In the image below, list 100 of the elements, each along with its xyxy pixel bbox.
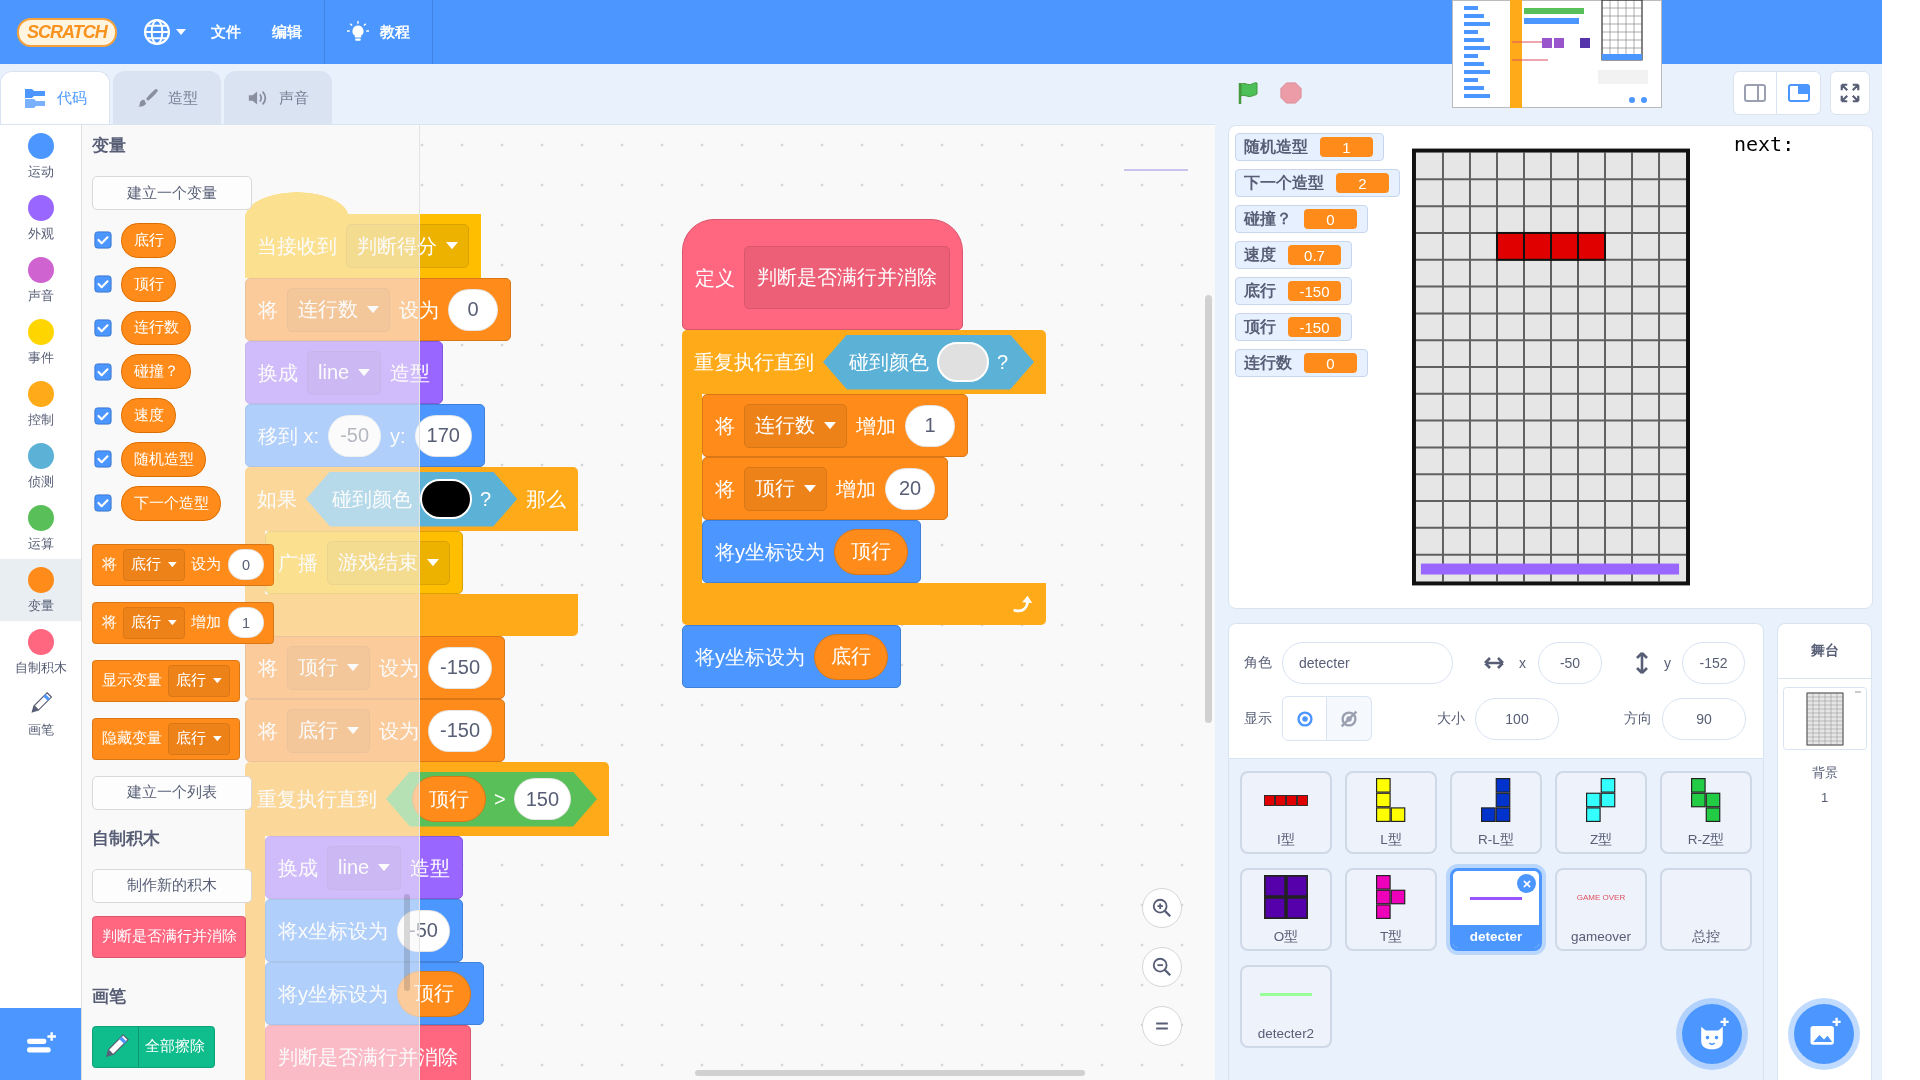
monitor-value: 0 (1304, 353, 1357, 373)
sprite-tile[interactable]: T型 (1345, 868, 1437, 951)
editor-tab[interactable]: 造型 (113, 71, 221, 124)
checkbox[interactable] (94, 275, 112, 294)
monitor-label: 碰撞？ (1244, 208, 1292, 229)
hide-button[interactable] (1327, 696, 1372, 741)
number-input[interactable]: 150 (513, 778, 572, 820)
size-field[interactable]: 100 (1475, 697, 1559, 740)
palette-button[interactable]: 建立一个列表 (92, 775, 252, 810)
editor-tab[interactable]: 代码 (0, 71, 110, 124)
direction-field[interactable]: 90 (1662, 697, 1746, 740)
caret-icon (212, 736, 222, 742)
y-field[interactable]: -152 (1682, 642, 1745, 684)
sprite-tile[interactable]: GAME OVER gameover (1555, 868, 1647, 951)
x-field[interactable]: -50 (1538, 642, 1602, 684)
sprite-tile[interactable]: Z型 (1555, 771, 1647, 854)
show-button[interactable] (1282, 696, 1327, 741)
number-input[interactable]: 1 (227, 607, 265, 638)
block-label: 定义 (695, 265, 735, 290)
checkbox[interactable] (94, 406, 112, 425)
category-button[interactable]: 控制 (0, 373, 81, 435)
category-button[interactable]: 侦测 (0, 435, 81, 497)
language-button[interactable] (142, 18, 186, 46)
normal-stage-icon (1786, 82, 1811, 104)
zoom-in-button[interactable] (1142, 888, 1182, 928)
palette-button[interactable]: 建立一个变量 (92, 176, 252, 210)
number-input[interactable]: 170 (414, 414, 472, 457)
sprite-tile[interactable]: R-Z型 (1660, 771, 1752, 854)
caret-icon (212, 678, 222, 684)
monitor-value: 0 (1304, 209, 1357, 229)
delete-button[interactable] (1517, 874, 1536, 893)
sprite-tile[interactable]: R-L型 (1450, 771, 1542, 854)
fullscreen-icon (1839, 82, 1861, 104)
backdrop-label: 背景 (1811, 764, 1838, 782)
next-label: next: (1734, 132, 1795, 156)
zoom-out-button[interactable] (1142, 947, 1182, 987)
category-button[interactable]: 运动 (0, 125, 81, 187)
loop-arrow-icon (1012, 593, 1035, 615)
block-label: 将 (715, 413, 735, 438)
editor-tab[interactable]: 声音 (224, 71, 332, 124)
caret-icon (167, 620, 177, 626)
block-label: 那么 (526, 487, 567, 511)
add-backdrop-button[interactable] (1794, 1004, 1854, 1064)
sprite-tile[interactable]: detecter2 (1240, 965, 1332, 1048)
zoom-out-icon (1151, 956, 1173, 978)
add-sprite-button[interactable] (1682, 1004, 1742, 1064)
number-input[interactable]: 0 (227, 549, 265, 580)
block-label: 当接收到 (257, 234, 337, 258)
sprite-tile[interactable]: O型 (1240, 868, 1332, 951)
block-label: 将 (258, 655, 278, 680)
custom-block-prototype: 判断是否满行并消除 (744, 246, 950, 309)
color-swatch[interactable] (937, 342, 989, 382)
sprite-name-field[interactable]: detecter (1282, 642, 1453, 684)
block-label: 设为 (379, 718, 419, 743)
number-input[interactable]: -150 (428, 709, 493, 752)
number-input[interactable]: 1 (905, 404, 955, 447)
checkbox[interactable] (94, 450, 112, 469)
category-button[interactable]: 运算 (0, 497, 81, 559)
caret-icon (347, 726, 359, 735)
category-button[interactable]: 变量 (0, 559, 81, 621)
palette-button[interactable]: 制作新的积木 (92, 868, 252, 903)
field-label: 方向 (1624, 709, 1652, 728)
block-label: 将 (715, 476, 735, 501)
block-label: 全部擦除 (145, 1038, 206, 1056)
category-button[interactable]: 事件 (0, 311, 81, 373)
block-label: 将 (258, 718, 278, 743)
block-label: 将y坐标设为 (278, 981, 388, 1006)
sprite-tile[interactable]: 总控 (1660, 868, 1752, 951)
number-input[interactable]: 0 (448, 288, 498, 331)
monitor-value: -150 (1288, 317, 1341, 337)
number-input[interactable]: -150 (428, 646, 493, 689)
stage-title: 舞台 (1778, 624, 1871, 679)
caret-icon (427, 558, 439, 567)
number-input[interactable]: 20 (885, 467, 935, 510)
vertical-arrows-icon (1635, 651, 1649, 675)
reset-zoom-button[interactable] (1142, 1006, 1182, 1046)
monitor-value: -150 (1288, 281, 1341, 301)
category-button[interactable]: 画笔 (0, 683, 81, 745)
block-label: ? (480, 487, 492, 511)
block-label: 换成 (278, 855, 318, 880)
category-button[interactable]: 外观 (0, 187, 81, 249)
palette-heading: 画笔 (92, 985, 126, 1008)
sprite-tile[interactable]: L型 (1345, 771, 1437, 854)
block-label: 将y坐标设为 (695, 644, 805, 669)
monitor-label: 顶行 (1244, 316, 1276, 337)
category-button[interactable]: 声音 (0, 249, 81, 311)
fullscreen-button[interactable] (1830, 71, 1870, 115)
add-extension-button[interactable] (0, 1008, 81, 1080)
number-input[interactable]: -50 (397, 909, 450, 952)
small-stage-button[interactable] (1733, 71, 1777, 115)
category-button[interactable]: 自制积木 (0, 621, 81, 683)
caret-icon (804, 484, 816, 493)
normal-stage-button[interactable] (1777, 71, 1821, 115)
checkbox[interactable] (94, 231, 112, 250)
sprite-tile[interactable]: I型 (1240, 771, 1332, 854)
color-swatch[interactable] (420, 479, 472, 519)
block-label: 增加 (191, 613, 222, 632)
checkbox[interactable] (94, 362, 112, 381)
checkbox[interactable] (94, 319, 112, 337)
checkbox[interactable] (94, 494, 112, 513)
